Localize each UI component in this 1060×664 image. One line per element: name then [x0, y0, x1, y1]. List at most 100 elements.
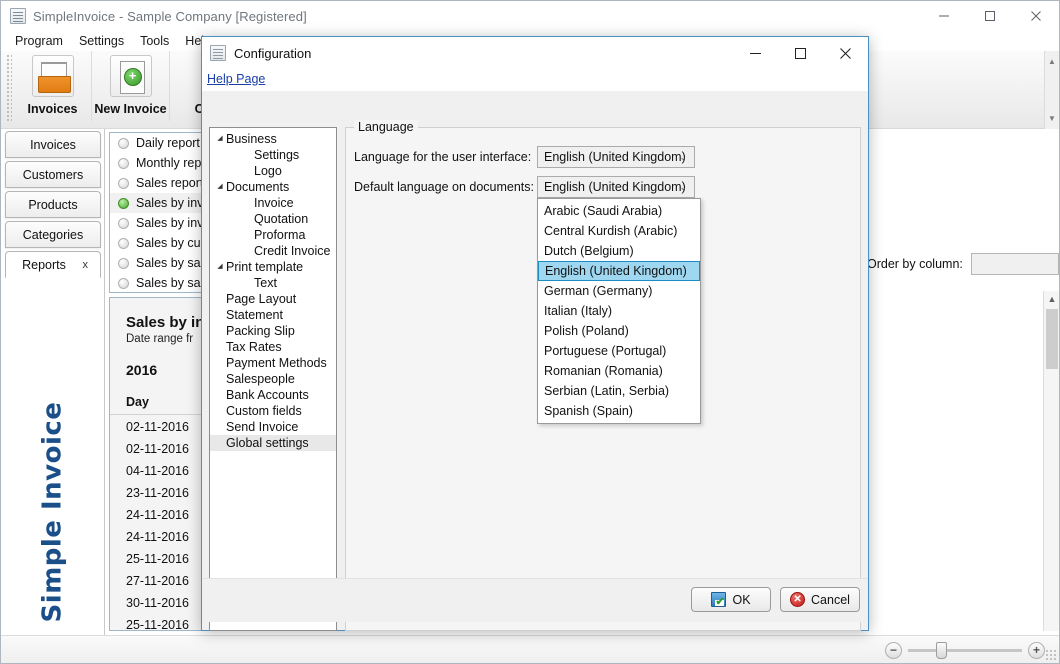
sidebar-item-products-label: Products: [28, 198, 77, 212]
toolbar-button-new-invoice[interactable]: New Invoice: [92, 51, 170, 121]
tree-item-quotation[interactable]: Quotation: [210, 211, 336, 227]
radio-icon[interactable]: [118, 258, 129, 269]
dropdown-option-selected[interactable]: English (United Kingdom): [538, 261, 700, 281]
tree-item-global-settings[interactable]: Global settings: [210, 435, 336, 451]
tree-item-label: Logo: [254, 164, 282, 178]
menu-item-tools[interactable]: Tools: [132, 32, 177, 50]
dropdown-option[interactable]: Spanish (Spain): [538, 401, 700, 421]
tree-item-label: Print template: [226, 260, 303, 274]
doc-language-dropdown[interactable]: Arabic (Saudi Arabia) Central Kurdish (A…: [537, 198, 701, 424]
radio-icon[interactable]: [118, 238, 129, 249]
tree-item-business[interactable]: ◢Business: [210, 131, 336, 147]
radio-icon[interactable]: [118, 158, 129, 169]
dialog-body: ◢Business Settings Logo ◢Documents Invoi…: [202, 91, 868, 622]
menu-item-settings[interactable]: Settings: [71, 32, 132, 50]
doc-language-select[interactable]: English (United Kingdom) ⌄: [537, 176, 695, 198]
toolbar-scroll-up-icon[interactable]: ▲: [1048, 57, 1056, 66]
expander-icon[interactable]: ◢: [214, 262, 226, 270]
tree-item-settings[interactable]: Settings: [210, 147, 336, 163]
scrollbar-thumb[interactable]: [1046, 309, 1058, 369]
dropdown-option[interactable]: Dutch (Belgium): [538, 241, 700, 261]
dropdown-option[interactable]: Italian (Italy): [538, 301, 700, 321]
ok-button[interactable]: OK: [691, 587, 771, 612]
maximize-icon[interactable]: [967, 1, 1013, 31]
tree-item-salespeople[interactable]: Salespeople: [210, 371, 336, 387]
table-cell-day: 25-11-2016: [126, 548, 189, 570]
ui-language-select[interactable]: English (United Kingdom) ⌄: [537, 146, 695, 168]
dialog-close-icon[interactable]: [823, 37, 868, 69]
sidebar-item-invoices-label: Invoices: [30, 138, 76, 152]
order-by-input[interactable]: [971, 253, 1059, 275]
preview-year: 2016: [126, 362, 157, 378]
tree-item-payment-methods[interactable]: Payment Methods: [210, 355, 336, 371]
help-page-link[interactable]: Help Page: [204, 71, 268, 87]
dropdown-option[interactable]: Serbian (Latin, Serbia): [538, 381, 700, 401]
tree-item-label: Credit Invoice: [254, 244, 330, 258]
radio-icon[interactable]: [118, 178, 129, 189]
minimize-icon[interactable]: [921, 1, 967, 31]
order-by-label: Order by column:: [867, 257, 963, 271]
sidebar-item-invoices[interactable]: Invoices: [5, 131, 101, 158]
dropdown-option[interactable]: Romanian (Romania): [538, 361, 700, 381]
tree-item-documents[interactable]: ◢Documents: [210, 179, 336, 195]
column-header-day: Day: [126, 395, 149, 409]
close-icon[interactable]: [1013, 1, 1059, 31]
radio-icon[interactable]: [118, 218, 129, 229]
page-title: Sales by in: [126, 314, 204, 331]
tree-item-bank-accounts[interactable]: Bank Accounts: [210, 387, 336, 403]
toolbar-grip[interactable]: [5, 55, 12, 121]
tree-item-label: Page Layout: [226, 292, 296, 306]
toolbar-scroll-down-icon[interactable]: ▼: [1048, 114, 1056, 123]
dropdown-option[interactable]: Central Kurdish (Arabic): [538, 221, 700, 241]
zoom-slider[interactable]: − +: [885, 640, 1045, 660]
brand-logo: Simple Invoice: [1, 367, 104, 657]
tree-item-credit-invoice[interactable]: Credit Invoice: [210, 243, 336, 259]
chevron-down-icon[interactable]: ⌄: [679, 182, 687, 193]
dialog-minimize-icon[interactable]: [733, 37, 778, 69]
tree-item-page-layout[interactable]: Page Layout: [210, 291, 336, 307]
zoom-out-icon[interactable]: −: [885, 642, 902, 659]
resize-grip[interactable]: [1045, 649, 1057, 661]
preview-scrollbar[interactable]: ▲: [1043, 291, 1059, 631]
list-item-label: Sales by invo: [136, 216, 210, 230]
zoom-in-icon[interactable]: +: [1028, 642, 1045, 659]
preview-day-column: 02-11-2016 02-11-2016 04-11-2016 23-11-2…: [126, 416, 189, 631]
new-invoice-icon: [110, 55, 152, 97]
sidebar-item-customers[interactable]: Customers: [5, 161, 101, 188]
tree-item-custom-fields[interactable]: Custom fields: [210, 403, 336, 419]
radio-icon-selected[interactable]: [118, 198, 129, 209]
toolbar-button-invoices[interactable]: Invoices: [14, 51, 92, 121]
dropdown-option[interactable]: Portuguese (Portugal): [538, 341, 700, 361]
zoom-track[interactable]: [908, 649, 1022, 652]
zoom-thumb[interactable]: [936, 642, 947, 659]
tree-item-logo[interactable]: Logo: [210, 163, 336, 179]
expander-icon[interactable]: ◢: [214, 134, 226, 142]
sidebar-item-products[interactable]: Products: [5, 191, 101, 218]
tree-item-invoice[interactable]: Invoice: [210, 195, 336, 211]
settings-tree: ◢Business Settings Logo ◢Documents Invoi…: [209, 127, 337, 631]
sidebar-item-categories[interactable]: Categories: [5, 221, 101, 248]
cancel-button[interactable]: ✕ Cancel: [780, 587, 860, 612]
dropdown-option[interactable]: Arabic (Saudi Arabia): [538, 201, 700, 221]
chevron-down-icon[interactable]: ⌄: [679, 152, 687, 163]
doc-language-row: Default language on documents: English (…: [354, 176, 695, 198]
dropdown-option[interactable]: Polish (Poland): [538, 321, 700, 341]
tree-item-text[interactable]: Text: [210, 275, 336, 291]
radio-icon[interactable]: [118, 278, 129, 289]
dialog-maximize-icon[interactable]: [778, 37, 823, 69]
tree-item-send-invoice[interactable]: Send Invoice: [210, 419, 336, 435]
sidebar-item-reports[interactable]: Reports x: [5, 251, 101, 278]
radio-icon[interactable]: [118, 138, 129, 149]
tree-item-tax-rates[interactable]: Tax Rates: [210, 339, 336, 355]
tree-item-statement[interactable]: Statement: [210, 307, 336, 323]
sidebar-item-reports-close-icon[interactable]: x: [83, 259, 89, 271]
scroll-up-icon[interactable]: ▲: [1044, 291, 1060, 307]
dropdown-option[interactable]: German (Germany): [538, 281, 700, 301]
tree-item-print-template[interactable]: ◢Print template: [210, 259, 336, 275]
tree-item-proforma[interactable]: Proforma: [210, 227, 336, 243]
toolbar-scrollbar[interactable]: ▲ ▼: [1044, 51, 1059, 129]
table-cell-day: 23-11-2016: [126, 482, 189, 504]
expander-icon[interactable]: ◢: [214, 182, 226, 190]
tree-item-packing-slip[interactable]: Packing Slip: [210, 323, 336, 339]
menu-item-program[interactable]: Program: [7, 32, 71, 50]
